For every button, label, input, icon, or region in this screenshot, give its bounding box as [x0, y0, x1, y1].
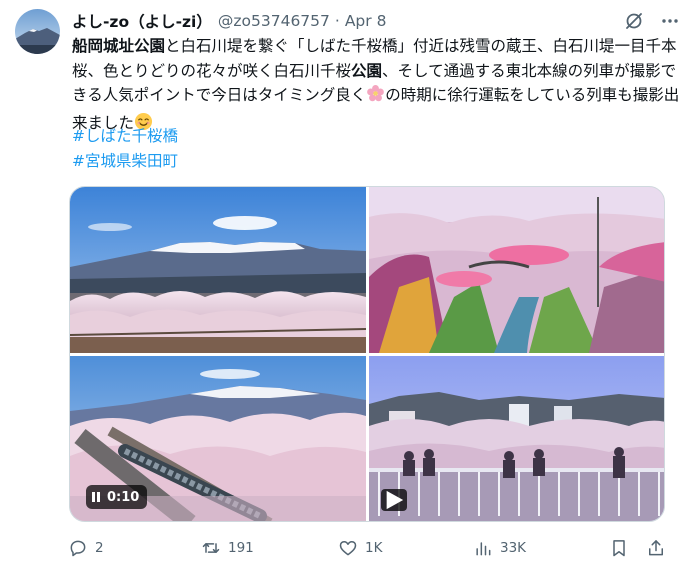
share-button[interactable] [646, 535, 666, 561]
display-name[interactable]: よし-zo（よし-zi） [72, 10, 212, 32]
video-duration: 0:10 [107, 489, 140, 505]
user-handle[interactable]: @zo53746757 [218, 12, 330, 30]
play-button[interactable] [381, 489, 407, 511]
photo-zao-cherry-blossoms[interactable] [70, 187, 366, 353]
tweet-date[interactable]: Apr 8 [345, 12, 387, 30]
tweet-header: よし-zo（よし-zi） @zo53746757 · Apr 8 [72, 10, 680, 32]
analytics-icon [476, 542, 491, 556]
hashtag-link[interactable]: #宮城県柴田町 [72, 149, 178, 171]
separator-dot: · [334, 12, 340, 30]
play-icon [386, 490, 404, 510]
bookmark-button[interactable] [609, 535, 629, 561]
retweet-count: 191 [228, 540, 254, 556]
reply-icon [70, 540, 86, 557]
retweet-icon [202, 543, 220, 553]
reply-count: 2 [95, 540, 104, 556]
share-icon [649, 540, 663, 556]
text-segment: 公園 [351, 61, 383, 80]
reply-button[interactable]: 2 [68, 535, 104, 561]
hashtag-link[interactable]: #しばた千桜橋 [72, 124, 178, 146]
video-bridge-crowd[interactable] [369, 356, 664, 521]
views-button[interactable]: 33K [473, 535, 526, 561]
photo-flower-park-bridge[interactable] [369, 187, 664, 353]
more-icon[interactable] [660, 11, 680, 31]
pause-icon [92, 492, 100, 502]
text-segment: 船岡城址公園 [72, 37, 166, 55]
video-train-cherry-blossoms[interactable]: 0:10 [70, 356, 366, 521]
grok-icon[interactable] [624, 11, 644, 31]
cherry-blossom-icon [366, 84, 385, 111]
heart-icon [339, 541, 357, 556]
video-playback-control[interactable]: 0:10 [86, 485, 148, 509]
like-button[interactable]: 1K [338, 535, 382, 561]
views-count: 33K [500, 540, 527, 556]
avatar[interactable] [15, 9, 60, 54]
retweet-button[interactable]: 191 [201, 535, 254, 561]
media-grid: 0:10 [69, 186, 665, 522]
like-count: 1K [365, 540, 383, 556]
tweet-actions: 2 191 1K 33K [68, 535, 668, 561]
tweet-text: 船岡城址公園と白石川堤を繋ぐ「しばた千桜橋」付近は残雪の蔵王、白石川堤一目千本桜… [72, 34, 687, 138]
bookmark-icon [613, 540, 625, 557]
